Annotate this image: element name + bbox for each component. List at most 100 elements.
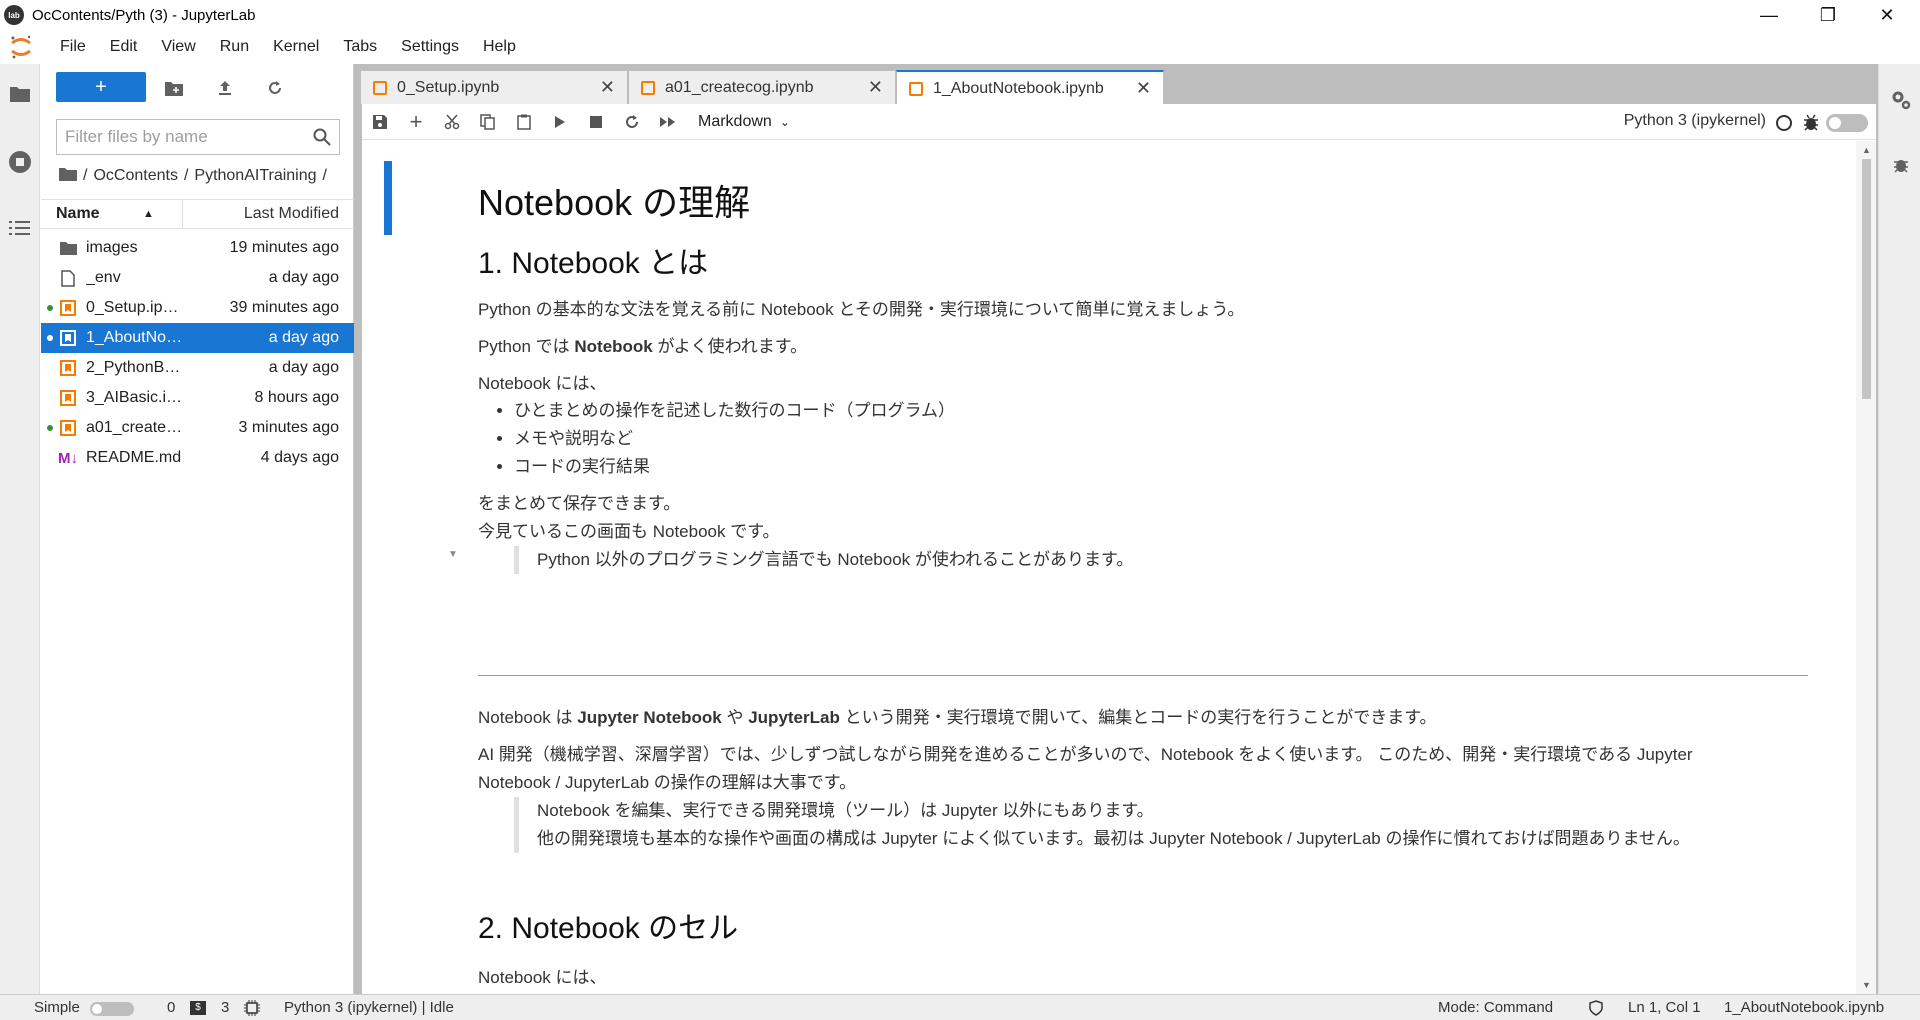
paragraph: Notebook には、	[478, 968, 607, 987]
folder-icon[interactable]	[6, 80, 34, 108]
debugger-toggle[interactable]	[1826, 114, 1868, 132]
file-name: 1_AboutNo…	[86, 329, 183, 346]
paste-icon[interactable]	[506, 107, 542, 137]
file-filter	[56, 119, 340, 155]
property-inspector-icon[interactable]	[1887, 86, 1915, 114]
paragraph: Notebook には、	[478, 374, 607, 393]
paragraph-line: 今見ているこの画面も Notebook です。	[478, 522, 780, 541]
file-last-modified: 8 hours ago	[254, 389, 339, 406]
main-dock-area: 0_Setup.ipynb ✕ a01_createcog.ipynb ✕ 1_Abou…	[360, 64, 1878, 994]
tab-document[interactable]: 0_Setup.ipynb ✕	[360, 70, 628, 104]
minimize-button[interactable]: —	[1746, 0, 1792, 30]
breadcrumb: / OcContents / PythonAITraining /	[59, 164, 333, 188]
cursor-position[interactable]: Ln 1, Col 1	[1628, 999, 1701, 1016]
close-window-button[interactable]: ✕	[1864, 0, 1910, 30]
close-tab-icon[interactable]: ✕	[1136, 78, 1151, 99]
menu-kernel[interactable]: Kernel	[261, 30, 331, 64]
run-cell-icon[interactable]	[542, 107, 578, 137]
file-browser: + / OcContents / PythonAITraining / Name…	[41, 64, 354, 994]
paragraph: Python の基本的な文法を覚える前に Notebook とその開発・実行環境…	[478, 300, 1245, 319]
restore-button[interactable]: ❐	[1805, 0, 1851, 30]
copy-icon[interactable]	[470, 107, 506, 137]
cell-type-value: Markdown	[698, 112, 772, 130]
menu-help[interactable]: Help	[471, 30, 528, 64]
trusted-shield-icon	[1588, 1000, 1604, 1020]
file-row[interactable]: images 19 minutes ago	[41, 233, 354, 263]
notebook-icon	[59, 329, 77, 347]
breadcrumb-occontents[interactable]: OcContents	[93, 167, 177, 185]
simple-mode-toggle[interactable]	[90, 1002, 134, 1016]
search-icon	[313, 128, 331, 151]
breadcrumb-separator: /	[83, 167, 88, 184]
cut-icon[interactable]	[434, 107, 470, 137]
menu-tabs[interactable]: Tabs	[331, 30, 389, 64]
collapse-heading-icon[interactable]: ▼	[448, 549, 458, 560]
scrollbar-thumb[interactable]	[1862, 159, 1871, 399]
running-indicator-icon	[47, 305, 53, 311]
file-row[interactable]: _env a day ago	[41, 263, 354, 293]
stop-kernel-icon[interactable]	[578, 107, 614, 137]
kernel-count[interactable]: 3	[221, 999, 229, 1016]
restart-run-all-icon[interactable]	[650, 107, 686, 137]
column-last-modified[interactable]: Last Modified	[183, 205, 354, 223]
bullet-list: ひとまとめの操作を記述した数行のコード（プログラム） メモや説明など コードの実…	[494, 397, 955, 481]
tab-document[interactable]: 1_AboutNotebook.ipynb ✕	[896, 70, 1164, 105]
notebook-icon	[59, 299, 77, 317]
close-tab-icon[interactable]: ✕	[868, 77, 883, 98]
kernel-status-text[interactable]: Python 3 (ipykernel) | Idle	[284, 999, 454, 1016]
menu-run[interactable]: Run	[208, 30, 261, 64]
file-last-modified: a day ago	[268, 269, 339, 286]
horizontal-rule	[478, 675, 1808, 676]
notebook-icon	[59, 419, 77, 437]
tab-document[interactable]: a01_createcog.ipynb ✕	[628, 70, 896, 104]
restart-kernel-icon[interactable]	[614, 107, 650, 137]
menu-settings[interactable]: Settings	[389, 30, 471, 64]
list-item: メモや説明など	[514, 425, 955, 453]
file-row[interactable]: 0_Setup.ipy… 39 minutes ago	[41, 293, 354, 323]
file-last-modified: 19 minutes ago	[229, 239, 339, 256]
bug-icon	[1802, 113, 1820, 131]
menu-edit[interactable]: Edit	[98, 30, 150, 64]
save-icon[interactable]	[362, 107, 398, 137]
notebook-scrollbar[interactable]: ▲ ▼	[1856, 141, 1876, 994]
window-title: OcContents/Pyth (3) - JupyterLab	[32, 6, 256, 24]
notebook-toolbar: + Markdown ⌄ Python 3 (ipykernel)	[362, 104, 1876, 140]
debugger-bug-icon[interactable]	[1887, 150, 1915, 178]
cell-type-select[interactable]: Markdown ⌄	[698, 113, 790, 131]
file-row[interactable]: a01_create… 3 minutes ago	[41, 413, 354, 443]
running-sessions-icon[interactable]	[6, 148, 34, 176]
table-of-contents-icon[interactable]	[6, 214, 34, 242]
upload-icon[interactable]	[210, 74, 240, 102]
paragraph-line: AI 開発（機械学習、深層学習）では、少しずつ試しながら開発を進めることが多いの…	[478, 745, 1693, 764]
breadcrumb-pythonaitraining[interactable]: PythonAITraining	[194, 167, 316, 185]
paragraph-line: をまとめて保存できます。	[478, 494, 681, 513]
file-name: 3_AIBasic.i…	[86, 389, 183, 406]
terminal-count[interactable]: 0	[167, 999, 175, 1016]
heading-1: Notebook の理解	[478, 182, 751, 223]
file-last-modified: a day ago	[268, 359, 339, 376]
file-browser-toolbar: +	[41, 72, 354, 104]
scroll-down-icon[interactable]: ▼	[1862, 980, 1871, 990]
jupyter-logo-icon	[8, 34, 34, 60]
menu-view[interactable]: View	[149, 30, 207, 64]
menu-file[interactable]: File	[48, 30, 98, 64]
file-name: README.md	[86, 449, 182, 466]
filter-files-input[interactable]	[65, 122, 305, 152]
insert-cell-icon[interactable]: +	[398, 107, 434, 137]
paragraph: Notebook は Jupyter Notebook や JupyterLab…	[478, 708, 1437, 727]
kernel-idle-indicator-icon	[1776, 115, 1792, 131]
refresh-icon[interactable]	[260, 74, 290, 102]
kernel-name-button[interactable]: Python 3 (ipykernel)	[1624, 112, 1766, 130]
file-row[interactable]: 3_AIBasic.i… 8 hours ago	[41, 383, 354, 413]
scroll-up-icon[interactable]: ▲	[1862, 145, 1871, 155]
close-tab-icon[interactable]: ✕	[600, 77, 615, 98]
new-launcher-button[interactable]: +	[56, 72, 146, 102]
kernel-chip-icon	[244, 1000, 260, 1020]
home-folder-icon[interactable]	[59, 167, 77, 186]
column-name[interactable]: Name ▲	[41, 199, 183, 229]
blockquote-text: 他の開発環境も基本的な操作や画面の構成は Jupyter によく似ています。最初…	[537, 829, 1690, 848]
file-row[interactable]: 1_AboutNo… a day ago	[41, 323, 354, 353]
file-row[interactable]: M↓ README.md 4 days ago	[41, 443, 354, 473]
new-folder-icon[interactable]	[159, 74, 189, 102]
file-row[interactable]: 2_PythonB… a day ago	[41, 353, 354, 383]
